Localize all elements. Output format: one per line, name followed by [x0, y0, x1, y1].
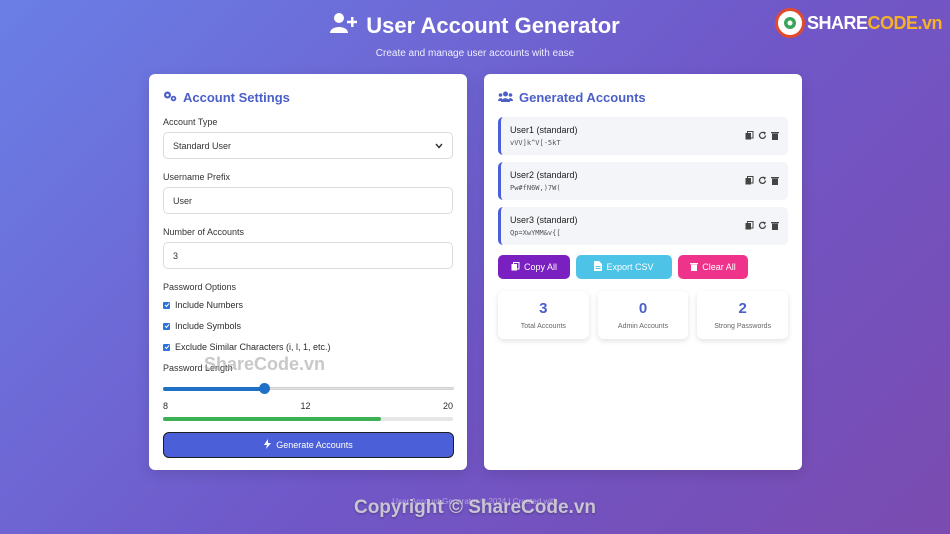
- generated-heading: Generated Accounts: [498, 90, 788, 105]
- username-prefix-input[interactable]: User: [163, 187, 453, 214]
- account-password: Pw#fN6W,)7W(: [510, 184, 561, 192]
- generated-title: Generated Accounts: [519, 90, 646, 105]
- account-item: User1 (standard) vVV]k^V[-5kT: [498, 117, 788, 155]
- slider-fill: [163, 387, 264, 391]
- trash-icon[interactable]: [771, 131, 779, 142]
- logo-text-suffix: CODE.vn: [867, 12, 942, 33]
- watermark-footer: Copyright © ShareCode.vn: [353, 497, 597, 518]
- settings-heading: Account Settings: [163, 90, 453, 105]
- checkbox-icon[interactable]: [163, 343, 170, 351]
- account-item: User2 (standard) Pw#fN6W,)7W(: [498, 162, 788, 200]
- length-current: 12: [300, 401, 311, 411]
- password-length-slider[interactable]: [163, 381, 454, 395]
- stats-row: 3 Total Accounts 0 Admin Accounts 2 Stro…: [498, 291, 789, 339]
- count-label: Number of Accounts: [163, 227, 245, 237]
- length-scale: 8 12 20: [163, 401, 453, 411]
- footer: User Account Generator © 2024 | Created …: [0, 497, 950, 518]
- gears-icon: [163, 90, 177, 105]
- slider-thumb[interactable]: [259, 383, 270, 394]
- stat-strong-passwords: 2 Strong Passwords: [697, 291, 789, 339]
- copy-all-label: Copy All: [523, 262, 558, 272]
- copy-all-button[interactable]: Copy All: [498, 255, 570, 279]
- length-min: 8: [163, 401, 169, 411]
- logo-mark-icon: [774, 8, 805, 38]
- password-options-label: Password Options: [163, 282, 237, 292]
- account-type-label: Account Type: [163, 117, 218, 127]
- chevron-down-icon: [435, 141, 443, 151]
- file-csv-icon: [594, 261, 603, 273]
- password-strength-meter: [163, 417, 453, 421]
- copy-icon[interactable]: [745, 220, 754, 232]
- account-type-select[interactable]: Standard User: [163, 132, 453, 159]
- brand-logo: SHARECODE.vn: [774, 8, 942, 38]
- account-settings-card: Account Settings Account Type Standard U…: [149, 74, 467, 470]
- option-include-numbers[interactable]: Include Numbers: [163, 300, 453, 310]
- page-subtitle: Create and manage user accounts with eas…: [375, 48, 575, 59]
- option-include-symbols[interactable]: Include Symbols: [163, 321, 453, 331]
- copy-icon[interactable]: [745, 130, 754, 142]
- count-value: 3: [173, 250, 179, 261]
- option-exclude-similar[interactable]: Exclude Similar Characters (i, l, 1, etc…: [163, 342, 453, 352]
- checkbox-icon[interactable]: [163, 301, 170, 309]
- option-label: Include Symbols: [175, 321, 242, 331]
- account-type-value: Standard User: [173, 140, 232, 151]
- export-csv-label: Export CSV: [606, 262, 654, 272]
- stat-value: 0: [638, 300, 648, 317]
- clear-all-label: Clear All: [702, 262, 736, 272]
- bolt-icon: [264, 439, 272, 451]
- page-title: User Account Generator: [330, 12, 620, 40]
- trash-icon: [690, 262, 699, 273]
- export-csv-button[interactable]: Export CSV: [576, 255, 672, 279]
- prefix-value: User: [173, 195, 193, 206]
- user-plus-icon: [330, 12, 358, 40]
- option-label: Include Numbers: [175, 300, 244, 310]
- stat-admin-accounts: 0 Admin Accounts: [597, 291, 689, 339]
- prefix-label: Username Prefix: [163, 172, 231, 182]
- stat-total-accounts: 3 Total Accounts: [498, 291, 589, 339]
- generated-accounts-card: Generated Accounts User1 (standard) vVV]…: [484, 74, 802, 470]
- stat-label: Strong Passwords: [714, 323, 772, 330]
- copy-icon[interactable]: [745, 175, 754, 187]
- account-password: vVV]k^V[-5kT: [510, 139, 561, 147]
- settings-title: Account Settings: [183, 90, 290, 105]
- account-item: User3 (standard) Qp=XwYMM&v{[: [498, 207, 788, 245]
- refresh-icon[interactable]: [758, 176, 767, 187]
- clear-all-button[interactable]: Clear All: [678, 255, 748, 279]
- stat-value: 2: [738, 300, 747, 317]
- length-max: 20: [442, 401, 453, 411]
- account-name: User3 (standard): [510, 215, 578, 225]
- stat-label: Total Accounts: [520, 323, 566, 330]
- users-icon: [498, 90, 513, 105]
- account-name: User1 (standard): [510, 125, 578, 135]
- logo-text-prefix: SHARE: [806, 12, 868, 33]
- refresh-icon[interactable]: [758, 221, 767, 232]
- stat-value: 3: [539, 300, 548, 317]
- action-buttons: Copy All Export CSV Clear All: [498, 255, 788, 279]
- option-label: Exclude Similar Characters (i, l, 1, etc…: [175, 342, 331, 352]
- copy-icon: [511, 261, 520, 273]
- generate-label: Generate Accounts: [276, 440, 353, 450]
- title-text: User Account Generator: [366, 13, 620, 38]
- strength-fill: [163, 417, 381, 421]
- refresh-icon[interactable]: [758, 131, 767, 142]
- trash-icon[interactable]: [771, 176, 779, 187]
- trash-icon[interactable]: [771, 221, 779, 232]
- checkbox-icon[interactable]: [163, 322, 170, 330]
- account-password: Qp=XwYMM&v{[: [510, 229, 561, 237]
- account-count-input[interactable]: 3: [163, 242, 453, 269]
- account-name: User2 (standard): [510, 170, 578, 180]
- stat-label: Admin Accounts: [617, 323, 669, 330]
- generate-accounts-button[interactable]: Generate Accounts: [163, 432, 454, 458]
- watermark-mid: ShareCode.vn: [204, 354, 326, 374]
